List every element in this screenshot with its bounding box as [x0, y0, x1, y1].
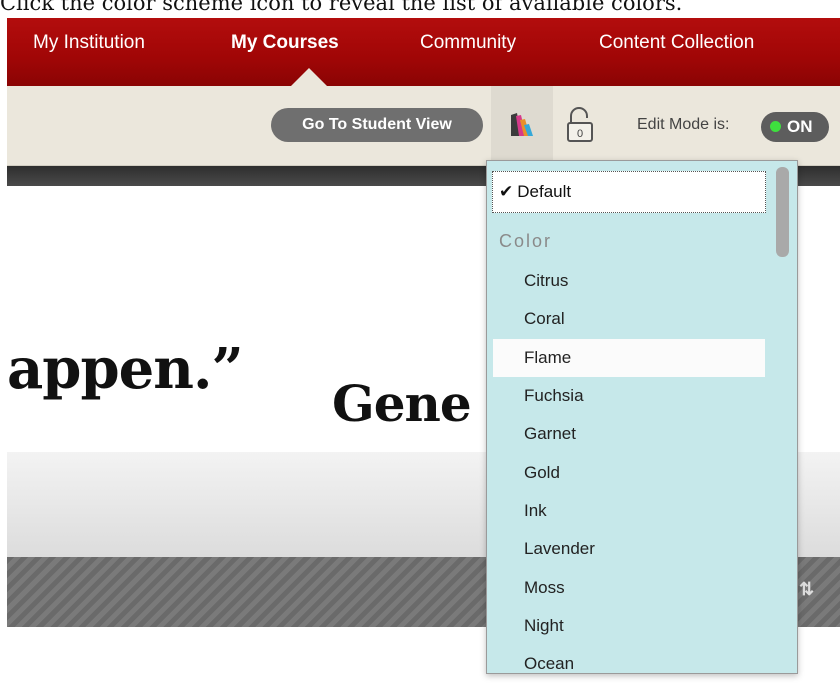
menu-item-coral[interactable]: Coral: [493, 300, 765, 338]
course-toolbar: Go To Student View 0 Edit Mode is: ON: [7, 86, 840, 166]
unlock-icon: 0: [567, 107, 593, 142]
menu-item-fuchsia[interactable]: Fuchsia: [493, 377, 765, 415]
menu-item-moss[interactable]: Moss: [493, 569, 765, 607]
color-palette-icon: [511, 113, 533, 136]
menu-item-default[interactable]: ✔ Default: [492, 171, 766, 213]
edit-mode-state: ON: [787, 117, 813, 136]
color-scheme-button[interactable]: [491, 86, 553, 166]
menu-section-heading: Color: [499, 231, 553, 251]
menu-item-gold[interactable]: Gold: [493, 454, 765, 492]
menu-item-night[interactable]: Night: [493, 607, 765, 645]
menu-item-lavender[interactable]: Lavender: [493, 530, 765, 568]
menu-item-ocean[interactable]: Ocean: [493, 645, 765, 673]
tab-my-institution[interactable]: My Institution: [33, 32, 145, 54]
lock-count-label: 0: [577, 128, 583, 140]
menu-item-garnet[interactable]: Garnet: [493, 415, 765, 453]
tab-community[interactable]: Community: [420, 32, 516, 54]
menu-item-citrus[interactable]: Citrus: [493, 262, 765, 300]
edit-mode-toggle[interactable]: ON: [761, 112, 829, 142]
quote-fragment: appen.”: [7, 336, 244, 402]
tab-content-collection[interactable]: Content Collection: [599, 32, 754, 54]
active-tab-pointer: [291, 68, 327, 86]
color-scheme-menu: ✔ Default Color Citrus Coral Flame Fuchsi…: [486, 160, 798, 674]
top-navigation-bar: My Institution My Courses Community Cont…: [7, 18, 840, 86]
author-fragment: Gene: [332, 374, 472, 433]
lock-toggle-button[interactable]: 0: [563, 106, 597, 144]
toggle-status-dot: [770, 121, 781, 132]
menu-item-flame[interactable]: Flame: [493, 339, 765, 377]
instruction-caption: Click the color scheme icon to reveal th…: [0, 0, 683, 15]
tab-my-courses[interactable]: My Courses: [231, 32, 339, 54]
sort-arrows-icon[interactable]: ⇅: [799, 579, 814, 600]
menu-item-ink[interactable]: Ink: [493, 492, 765, 530]
menu-scrollbar[interactable]: [776, 167, 789, 257]
student-view-button[interactable]: Go To Student View: [271, 108, 483, 142]
checkmark-icon: ✔: [499, 182, 514, 201]
edit-mode-label: Edit Mode is:: [637, 116, 730, 133]
menu-item-label: Default: [517, 182, 572, 201]
